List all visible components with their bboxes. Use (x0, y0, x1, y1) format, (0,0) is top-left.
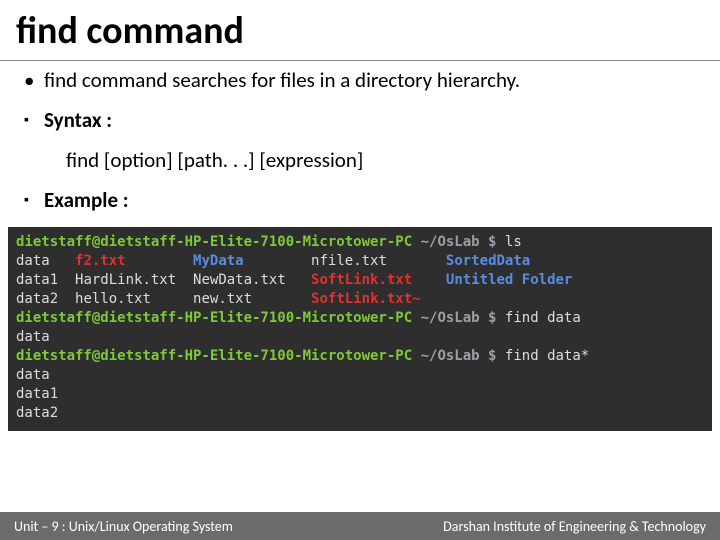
prompt-path: ~/OsLab (421, 234, 480, 250)
slide-title: find command (0, 0, 720, 58)
prompt-user: dietstaff@dietstaff-HP-Elite-7100-Microt… (16, 234, 412, 250)
title-rule (0, 60, 720, 61)
ls-c5: SortedData (446, 253, 530, 269)
prompt-user: dietstaff@dietstaff-HP-Elite-7100-Microt… (16, 348, 412, 364)
ls-c4: SoftLink.txt (311, 272, 412, 288)
prompt-dollar: $ (488, 234, 496, 250)
ls-c3: NewData.txt (193, 272, 286, 288)
bullet-dot-icon: • (24, 67, 44, 93)
ls-c3: new.txt (193, 291, 252, 307)
ls-c3: MyData (193, 253, 244, 269)
prompt-dollar: $ (488, 348, 496, 364)
bullet-square-icon: ▪ (24, 107, 44, 133)
title-bold: find (16, 8, 78, 54)
ls-c5: Untitled Folder (446, 272, 572, 288)
prompt-user: dietstaff@dietstaff-HP-Elite-7100-Microt… (16, 310, 412, 326)
title-rest: command (78, 8, 244, 54)
footer-right: Darshan Institute of Engineering & Techn… (443, 518, 706, 535)
bullet-intro: • find command searches for files in a d… (24, 67, 692, 93)
bullet-square-icon: ▪ (24, 187, 44, 213)
out-data: data (16, 329, 50, 345)
slide: find command • find command searches for… (0, 0, 720, 540)
out-data1: data1 (16, 386, 58, 402)
cmd-find-data-glob: find data* (505, 348, 589, 364)
ls-c2: hello.txt (75, 291, 151, 307)
syntax-text: find [option] [path. . .] [expression] (66, 147, 692, 173)
prompt-path: ~/OsLab (421, 348, 480, 364)
content-area: • find command searches for files in a d… (0, 67, 720, 213)
cmd-find-data: find data (505, 310, 581, 326)
footer-left: Unit – 9 : Unix/Linux Operating System (14, 518, 233, 535)
terminal-block: dietstaff@dietstaff-HP-Elite-7100-Microt… (8, 227, 712, 431)
cmd-ls: ls (505, 234, 522, 250)
ls-c1: data1 (16, 272, 58, 288)
footer-bar: Unit – 9 : Unix/Linux Operating System D… (0, 512, 720, 540)
syntax-label: Syntax : (44, 107, 112, 133)
ls-c2: f2.txt (75, 253, 126, 269)
out-data: data (16, 367, 50, 383)
intro-text: find command searches for files in a dir… (44, 67, 520, 93)
ls-c1: data (16, 253, 50, 269)
prompt-path: ~/OsLab (421, 310, 480, 326)
ls-c2: HardLink.txt (75, 272, 176, 288)
example-label: Example : (44, 187, 129, 213)
ls-c4: nfile.txt (311, 253, 387, 269)
bullet-example: ▪ Example : (24, 187, 692, 213)
ls-c1: data2 (16, 291, 58, 307)
prompt-dollar: $ (488, 310, 496, 326)
bullet-syntax: ▪ Syntax : (24, 107, 692, 133)
ls-c4: SoftLink.txt~ (311, 291, 421, 307)
out-data2: data2 (16, 405, 58, 421)
